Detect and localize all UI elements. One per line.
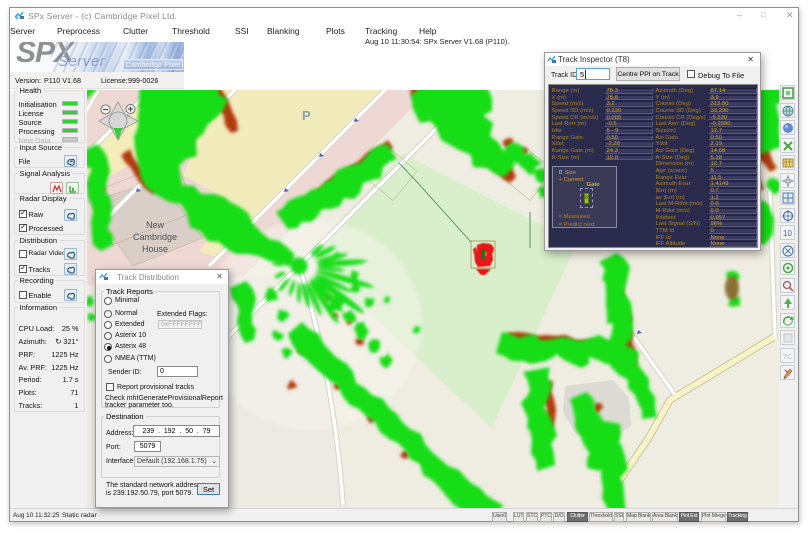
svg-text:TC: TC: [783, 354, 792, 361]
svg-text:Cambridge: Cambridge: [133, 232, 177, 242]
svg-text:House: House: [142, 244, 168, 254]
svg-text:8: 8: [485, 252, 488, 258]
svg-text:P: P: [302, 108, 311, 123]
svg-text:10: 10: [783, 229, 792, 238]
